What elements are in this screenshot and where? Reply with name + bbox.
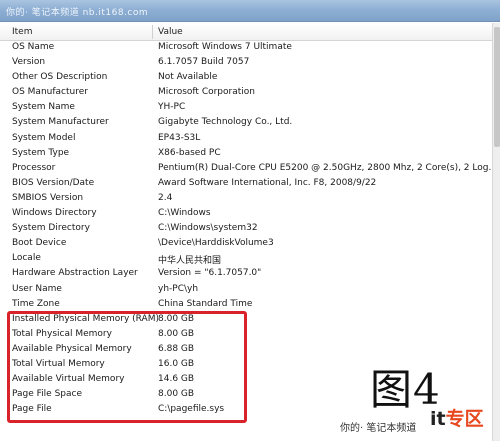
column-header-item[interactable]: Item — [12, 27, 33, 37]
row-item: Boot Device — [12, 238, 67, 249]
table-row[interactable]: OS Name Microsoft Windows 7 Ultimate — [0, 41, 492, 56]
window-titlebar: 你的· 笔记本频道 nb.it168.com — [0, 0, 500, 22]
table-row[interactable]: Version 6.1.7057 Build 7057 — [0, 56, 492, 71]
brand-logo-part1: it — [430, 408, 446, 430]
row-item: System Model — [12, 132, 76, 143]
row-value: C:\Windows\system32 — [158, 223, 258, 234]
row-item: OS Manufacturer — [12, 87, 88, 98]
row-item: BIOS Version/Date — [12, 177, 95, 188]
brand-logo-part2: 专区 — [445, 408, 484, 430]
table-row[interactable]: System Manufacturer Gigabyte Technology C… — [0, 116, 492, 131]
row-value: Not Available — [158, 72, 218, 83]
table-row[interactable]: OS Manufacturer Microsoft Corporation — [0, 86, 492, 101]
footer-watermark: 你的· 笔记本频道 — [340, 423, 417, 434]
titlebar-watermark: 你的· 笔记本频道 nb.it168.com — [6, 8, 149, 18]
row-value: yh-PC\yh — [158, 283, 199, 294]
row-item: System Name — [12, 102, 75, 113]
table-row[interactable]: BIOS Version/Date Award Software Internat… — [0, 177, 492, 192]
vertical-scrollbar[interactable] — [492, 23, 500, 441]
row-item: Version — [12, 57, 46, 68]
row-value: YH-PC — [158, 102, 186, 113]
row-value: Version = "6.1.7057.0" — [158, 268, 262, 279]
row-item: Other OS Description — [12, 72, 108, 83]
row-item: Processor — [12, 162, 56, 173]
row-value: \Device\HarddiskVolume3 — [158, 238, 274, 249]
row-value: 6.1.7057 Build 7057 — [158, 57, 250, 68]
table-row[interactable]: Other OS Description Not Available — [0, 71, 492, 86]
row-item: Windows Directory — [12, 208, 97, 219]
brand-logo: it专区 — [430, 404, 484, 431]
row-item: OS Name — [12, 42, 55, 52]
row-value: Pentium(R) Dual-Core CPU E5200 @ 2.50GHz… — [158, 162, 498, 173]
table-row[interactable]: User Name yh-PC\yh — [0, 283, 492, 298]
row-item: User Name — [12, 283, 62, 294]
table-row[interactable]: System Name YH-PC — [0, 101, 492, 116]
row-value: EP43-S3L — [158, 132, 201, 143]
column-header-value[interactable]: Value — [158, 27, 183, 37]
row-value: Award Software International, Inc. F8, 2… — [158, 177, 377, 188]
table-row[interactable]: Processor Pentium(R) Dual-Core CPU E5200 … — [0, 162, 497, 177]
table-header: Item Value — [0, 23, 492, 41]
table-row[interactable]: System Type X86-based PC — [0, 147, 492, 162]
row-item: System Type — [12, 147, 70, 158]
row-item: Locale — [12, 253, 41, 264]
scrollbar-thumb[interactable] — [494, 27, 500, 147]
column-separator[interactable] — [152, 25, 153, 39]
table-row[interactable]: System Directory C:\Windows\system32 — [0, 222, 492, 237]
table-row[interactable]: Hardware Abstraction Layer Version = "6.1… — [0, 267, 492, 282]
table-row[interactable]: System Model EP43-S3L — [0, 132, 492, 147]
row-item: SMBIOS Version — [12, 192, 84, 203]
row-item: Time Zone — [12, 298, 60, 309]
row-value: C:\Windows — [158, 208, 211, 219]
row-item: System Manufacturer — [12, 117, 109, 128]
row-item: Hardware Abstraction Layer — [12, 268, 138, 279]
row-value: Microsoft Windows 7 Ultimate — [158, 42, 292, 52]
memory-highlight-box — [7, 311, 247, 423]
row-value: 中华人民共和国 — [158, 256, 222, 267]
row-value: Gigabyte Technology Co., Ltd. — [158, 117, 293, 128]
row-value: X86-based PC — [158, 147, 221, 158]
table-row[interactable]: Boot Device \Device\HarddiskVolume3 — [0, 237, 492, 252]
row-item: System Directory — [12, 223, 90, 234]
row-value: Microsoft Corporation — [158, 87, 255, 98]
row-value: 2.4 — [158, 192, 173, 203]
row-value: China Standard Time — [158, 298, 253, 309]
table-row[interactable]: Windows Directory C:\Windows — [0, 207, 492, 222]
table-row[interactable]: Locale 中华人民共和国 — [0, 252, 492, 267]
table-row[interactable]: SMBIOS Version 2.4 — [0, 192, 492, 207]
